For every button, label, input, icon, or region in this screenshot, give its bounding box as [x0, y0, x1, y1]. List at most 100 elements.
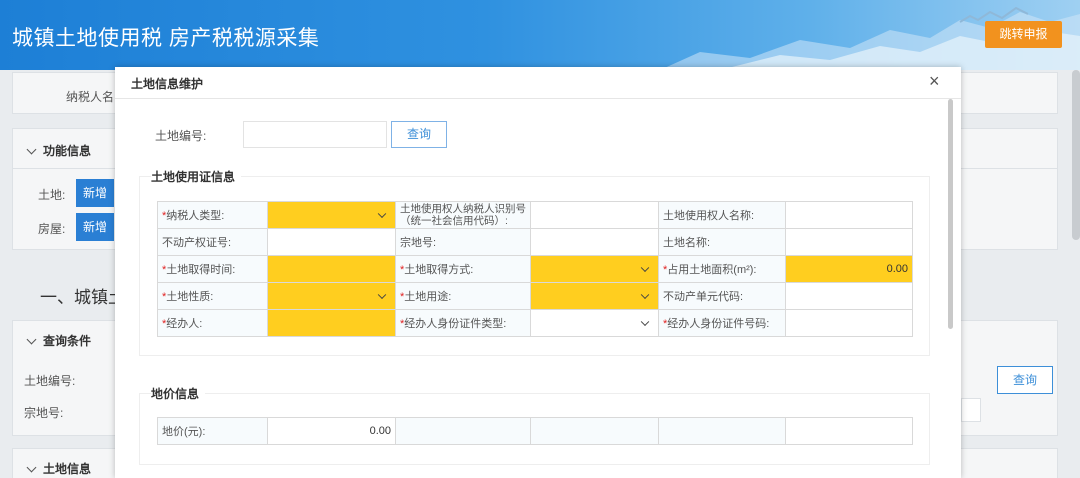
app-header: 城镇土地使用税 房产税税源采集 跳转申报: [0, 0, 1080, 70]
field-label-text: 土地名称:: [663, 237, 711, 249]
empty-cell: [530, 417, 659, 445]
chevron-down-icon: [640, 290, 650, 300]
modal-scrollbar[interactable]: [948, 99, 953, 329]
select-wrapper[interactable]: [535, 311, 654, 336]
field-label-text: 土地使用权人名称:: [663, 210, 755, 222]
field-select[interactable]: [530, 255, 659, 283]
close-icon[interactable]: ×: [929, 71, 940, 92]
field-label-text: 纳税人类型:: [166, 210, 225, 222]
add-house-button[interactable]: 新增: [76, 213, 114, 241]
land-info-header[interactable]: 土地信息: [26, 460, 92, 477]
select-wrapper[interactable]: [535, 257, 654, 282]
field-label: *经办人身份证件号码:: [658, 309, 786, 337]
price-input[interactable]: 0.00: [267, 417, 396, 445]
field-label-text: 宗地号:: [400, 237, 437, 249]
select-wrapper[interactable]: [535, 284, 654, 309]
field-label-text: 不动产单元代码:: [663, 291, 744, 303]
chevron-down-icon: [26, 462, 37, 473]
chevron-down-icon: [377, 290, 387, 300]
query-conditions-header[interactable]: 查询条件: [26, 332, 92, 349]
price-form-table: 地价(元): 0.00: [157, 417, 913, 445]
query-conditions-title: 查询条件: [43, 334, 92, 348]
land-query-button[interactable]: 查询: [391, 121, 447, 148]
jump-declare-button[interactable]: 跳转申报: [985, 21, 1062, 48]
select-wrapper[interactable]: [272, 284, 391, 309]
select-wrapper[interactable]: [272, 203, 391, 228]
field-label-text: 占用土地面积(m²):: [667, 264, 757, 276]
field-label-text: 经办人:: [166, 318, 203, 330]
field-label: *占用土地面积(m²):: [658, 255, 786, 283]
field-value: 0.00: [886, 263, 908, 275]
empty-cell: [395, 417, 531, 445]
field-label-text: 经办人身份证件类型:: [404, 318, 507, 330]
add-land-button[interactable]: 新增: [76, 179, 114, 207]
field-select[interactable]: [530, 282, 659, 310]
field-label: 不动产权证号:: [157, 228, 268, 256]
field-select[interactable]: [267, 282, 396, 310]
field-label: *土地用途:: [395, 282, 531, 310]
field-label: 不动产单元代码:: [658, 282, 786, 310]
field-label: 宗地号:: [395, 228, 531, 256]
bg-parcel-label: 宗地号:: [24, 406, 64, 420]
field-label-text: 土地取得方式:: [404, 264, 474, 276]
land-info-title: 土地信息: [43, 462, 92, 476]
page-scrollbar[interactable]: [1072, 70, 1080, 240]
land-label: 土地:: [38, 188, 66, 202]
chevron-down-icon: [377, 209, 387, 219]
field-label-text: 不动产权证号:: [162, 237, 232, 249]
price-label: 地价(元):: [157, 417, 268, 445]
field-input[interactable]: [785, 201, 913, 229]
field-label: 土地使用权人纳税人识别号（统一社会信用代码）:: [395, 201, 531, 229]
chevron-down-icon: [640, 317, 650, 327]
taxpayer-label: 纳税人名: [66, 90, 115, 104]
cert-form-table: *纳税人类型: 土地使用权人纳税人识别号（统一社会信用代码）: 土地使用权人名称: 不…: [157, 201, 913, 337]
field-label-text: 土地性质:: [166, 291, 214, 303]
field-label-text: 土地取得时间:: [166, 264, 236, 276]
field-label: *纳税人类型:: [157, 201, 268, 229]
field-label: *经办人身份证件类型:: [395, 309, 531, 337]
price-section-title: 地价信息: [151, 385, 206, 402]
bg-land-no-label: 土地编号:: [24, 374, 76, 388]
section-heading: 一、城镇土: [40, 288, 125, 307]
field-label-text: 土地使用权人纳税人识别号（统一社会信用代码）:: [400, 203, 526, 227]
function-info-header[interactable]: 功能信息: [26, 142, 92, 159]
land-no-label: 土地编号:: [155, 129, 207, 143]
field-label: *土地性质:: [157, 282, 268, 310]
table-row: *经办人: *经办人身份证件类型: *经办人身份证件号码:: [157, 309, 913, 337]
field-select[interactable]: [267, 201, 396, 229]
house-label: 房屋:: [38, 222, 66, 236]
field-label-text: 经办人身份证件号码:: [667, 318, 770, 330]
bg-select[interactable]: [948, 393, 981, 422]
field-input[interactable]: [530, 228, 659, 256]
field-label: 土地名称:: [658, 228, 786, 256]
field-input[interactable]: [267, 228, 396, 256]
field-label: *土地取得方式:: [395, 255, 531, 283]
table-row: *土地取得时间: *土地取得方式: *占用土地面积(m²): 0.00: [157, 255, 913, 283]
empty-cell: [785, 417, 913, 445]
field-input[interactable]: [785, 282, 913, 310]
empty-cell: [658, 417, 786, 445]
field-input[interactable]: [785, 228, 913, 256]
function-info-title: 功能信息: [43, 144, 92, 158]
table-row: *纳税人类型: 土地使用权人纳税人识别号（统一社会信用代码）: 土地使用权人名称:: [157, 201, 913, 229]
field-input[interactable]: [785, 309, 913, 337]
field-label: *经办人:: [157, 309, 268, 337]
field-label: *土地取得时间:: [157, 255, 268, 283]
land-no-input[interactable]: [243, 121, 387, 148]
page-title: 城镇土地使用税 房产税税源采集: [12, 27, 320, 50]
field-input[interactable]: [267, 309, 396, 337]
field-input[interactable]: [267, 255, 396, 283]
chevron-down-icon: [26, 334, 37, 345]
modal-divider: [115, 98, 961, 99]
chevron-down-icon: [640, 263, 650, 273]
bg-query-button[interactable]: 查询: [997, 366, 1053, 394]
chevron-down-icon: [26, 144, 37, 155]
field-label-text: 土地用途:: [404, 291, 452, 303]
land-info-modal: 土地信息维护 × 土地编号: 查询 土地使用证信息 *纳税人类型: 土地使用权人纳…: [115, 67, 961, 478]
table-row: 地价(元): 0.00: [157, 417, 913, 445]
field-input[interactable]: [530, 201, 659, 229]
field-input[interactable]: 0.00: [785, 255, 913, 283]
cert-section-title: 土地使用证信息: [151, 168, 242, 185]
field-select[interactable]: [530, 309, 659, 337]
table-row: *土地性质: *土地用途: 不动产单元代码:: [157, 282, 913, 310]
